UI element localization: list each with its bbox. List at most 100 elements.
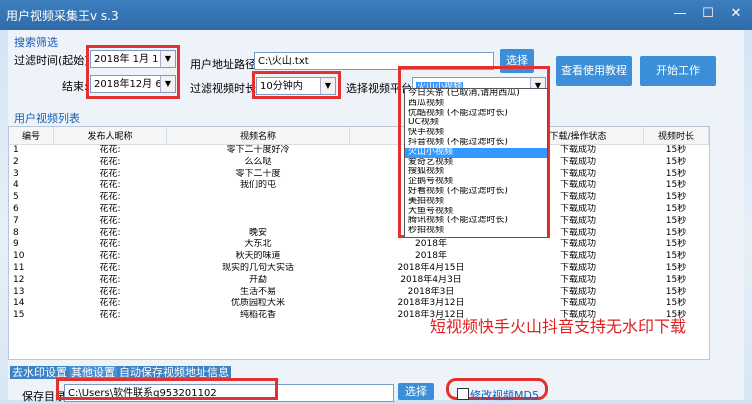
row-author: 花花:	[99, 227, 121, 238]
row-title: 开勐	[248, 274, 267, 285]
md5-label: 修改视频MD5	[470, 389, 539, 402]
table-row[interactable]: 8花花:晚安2018年下载成功15秒	[9, 228, 709, 240]
row-author: 花花:	[99, 215, 121, 226]
row-date: 2018年	[415, 251, 447, 262]
row-title	[167, 204, 350, 216]
row-status: 下载成功	[559, 298, 596, 309]
row-duration: 15秒	[665, 286, 687, 297]
platform-option[interactable]: 企鹅号视频	[405, 177, 547, 187]
row-duration: 15秒	[665, 156, 687, 167]
table-row[interactable]: 11 花花: 现实的几句大实话 2018年4月15日 下载成功 15秒	[9, 263, 709, 275]
tutorial-button[interactable]: 查看使用教程	[556, 56, 632, 86]
row-status: 下载成功	[559, 274, 596, 285]
row-duration: 15秒	[665, 227, 687, 238]
row-author: 花花:	[99, 203, 121, 214]
row-title: 优质园粒大米	[230, 298, 285, 309]
row-duration: 15秒	[665, 262, 687, 273]
platform-option[interactable]: 美拍视频	[405, 197, 547, 207]
row-date: 2018年	[415, 239, 447, 250]
table-row[interactable]: 2花花:么么哒2018年下载成功15秒	[9, 157, 709, 169]
start-button[interactable]: 开始工作	[640, 56, 716, 86]
close-icon[interactable]: ✕	[724, 6, 748, 22]
row-id: 6	[13, 203, 19, 214]
platform-option[interactable]: 今日头条 (已取消,请用西瓜)	[405, 89, 547, 99]
search-group-label: 搜索筛选	[14, 36, 58, 49]
row-id: 13	[13, 286, 25, 297]
table-row[interactable]: 3花花:零下二十度2018年下载成功15秒	[9, 169, 709, 181]
table-row[interactable]: 12 花花: 开勐 2018年4月3日 下载成功 15秒	[9, 275, 709, 287]
maximize-icon[interactable]: ☐	[696, 6, 720, 22]
platform-option[interactable]: 抖音视频 (不能过滤时长)	[405, 138, 547, 148]
highlight-save-dir	[56, 378, 278, 400]
platform-option[interactable]: 爱奇艺视频	[405, 158, 547, 168]
row-status: 下载成功	[559, 239, 596, 250]
title-bar: 用户视频采集王v s.3 — ☐ ✕	[0, 0, 752, 30]
platform-option[interactable]: 大鱼号视频	[405, 207, 547, 217]
row-author: 花花:	[99, 251, 121, 262]
platform-option[interactable]: UC视频	[405, 118, 547, 128]
platform-option[interactable]: 秒拍视频	[405, 226, 547, 236]
window-title: 用户视频采集王v s.3	[6, 9, 119, 23]
row-author: 花花:	[99, 156, 121, 167]
row-author: 花花:	[99, 262, 121, 273]
table-row[interactable]: 4花花:我们的屯2018年下载成功15秒	[9, 180, 709, 192]
row-id: 10	[13, 251, 25, 262]
row-id: 7	[13, 215, 19, 226]
platform-option[interactable]: 腾讯视频 (不能过滤时长)	[405, 216, 547, 226]
row-id: 8	[13, 227, 19, 238]
row-duration: 15秒	[665, 203, 687, 214]
save-dir-choose-button[interactable]: 选择	[398, 383, 434, 400]
table-row[interactable]: 13 花花: 生活不易 2018年3日 下载成功 15秒	[9, 287, 709, 299]
platform-dropdown-list[interactable]: 今日头条 (已取消,请用西瓜) 西瓜视频 优酷视频 (不能过滤时长) UC视频 快手视频…	[404, 88, 548, 238]
table-row[interactable]: 14 花花: 优质园粒大米 2018年3月12日 下载成功 15秒	[9, 298, 709, 310]
row-id: 4	[13, 180, 19, 191]
column-header-author[interactable]: 发布人昵称	[53, 127, 167, 145]
row-author: 花花:	[99, 274, 121, 285]
platform-option[interactable]: 火山小视频	[405, 147, 547, 158]
row-id: 3	[13, 168, 19, 179]
highlight-duration	[252, 71, 341, 99]
platform-option[interactable]: 搜狐视频	[405, 167, 547, 177]
table-row[interactable]: 9 花花: 大东北 2018年 下载成功 15秒	[9, 239, 709, 251]
duration-label: 过滤视频时长:	[190, 82, 260, 95]
minimize-icon[interactable]: —	[668, 6, 692, 22]
date-start-label: 过滤时间(起始):	[14, 54, 93, 67]
row-title	[167, 192, 350, 204]
list-group-label: 用户视频列表	[14, 112, 80, 125]
table-row[interactable]: 7花花:2018年下载成功15秒	[9, 216, 709, 228]
table-row[interactable]: 5花花:2018年下载成功15秒	[9, 192, 709, 204]
row-author: 花花:	[99, 168, 121, 179]
row-author: 花花:	[99, 192, 121, 203]
column-header-id[interactable]: 编号	[9, 127, 54, 145]
table-row[interactable]: 1花花:零下二十度好冷2018年下载成功15秒	[9, 145, 709, 157]
chevron-down-icon[interactable]: ▼	[160, 76, 175, 92]
row-id: 12	[13, 274, 25, 285]
table-row[interactable]: 6花花:2018年下载成功15秒	[9, 204, 709, 216]
platform-option[interactable]: 西瓜视频	[405, 99, 547, 109]
row-date: 2018年3日	[407, 286, 455, 297]
date-end-picker[interactable]: 2018年12月 6日 ▼	[90, 75, 176, 93]
platform-option[interactable]: 好看视频 (不能过滤时长)	[405, 187, 547, 197]
row-duration: 15秒	[665, 298, 687, 309]
row-status: 下载成功	[559, 262, 596, 273]
row-author: 花花:	[99, 145, 121, 155]
date-end-label: 结束:	[62, 80, 88, 93]
table-row[interactable]: 10 花花: 秋天的味道 2018年 下载成功 15秒	[9, 251, 709, 263]
platform-option[interactable]: 优酷视频 (不能过滤时长)	[405, 109, 547, 119]
row-author: 花花:	[99, 180, 121, 191]
column-header-duration[interactable]: 视频时长	[643, 127, 709, 145]
row-duration: 15秒	[665, 180, 687, 191]
column-header-title[interactable]: 视频名称	[166, 127, 350, 145]
md5-checkbox[interactable]	[457, 388, 469, 400]
row-date: 2018年4月3日	[400, 274, 462, 285]
row-author: 花花:	[99, 310, 121, 321]
row-title: 么么哒	[244, 156, 272, 167]
row-id: 5	[13, 192, 19, 203]
url-value: C:\火山.txt	[258, 56, 309, 67]
platform-option[interactable]: 快手视频	[405, 128, 547, 138]
url-label: 用户地址路径:	[190, 58, 260, 71]
row-id: 11	[13, 262, 25, 273]
row-title: 晚安	[248, 227, 267, 238]
row-id: 1	[13, 145, 19, 155]
row-title: 零下二十度好冷	[226, 145, 290, 155]
